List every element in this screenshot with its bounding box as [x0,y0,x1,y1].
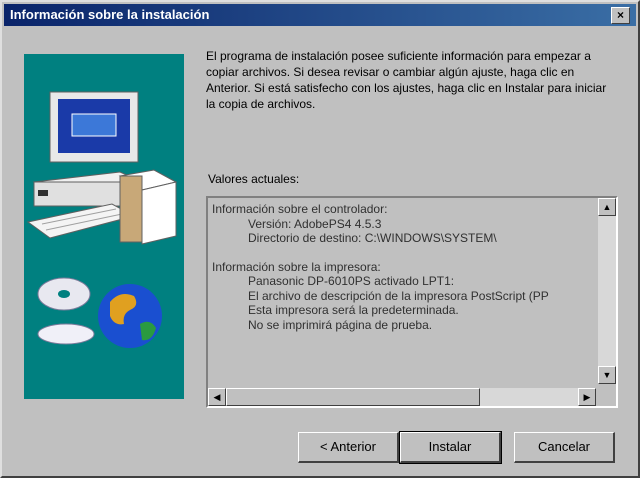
cancel-button[interactable]: Cancelar [514,432,615,463]
computer-and-globe-icon [26,91,178,348]
current-values-label: Valores actuales: [208,172,300,186]
scrollbar-corner [598,388,616,406]
horizontal-scrollbar[interactable]: ◀ ▶ [208,388,596,406]
driver-directory: Directorio de destino: C:\WINDOWS\SYSTEM… [248,231,497,245]
printer-heading: Información sobre la impresora: [212,259,381,274]
printer-ppd: El archivo de descripción de la impresor… [248,288,549,303]
printer-testpage: No se imprimirá página de prueba. [248,317,433,332]
settings-text: Información sobre el controlador: Versió… [212,202,592,378]
vertical-scrollbar[interactable]: ▲ ▼ [598,198,616,384]
horizontal-scroll-thumb[interactable] [226,388,480,406]
scroll-left-arrow-icon[interactable]: ◀ [208,388,226,406]
scroll-up-arrow-icon[interactable]: ▲ [598,198,616,216]
title-bar[interactable]: Información sobre la instalación × [4,4,636,26]
back-button[interactable]: < Anterior [298,432,399,463]
printer-default: Esta impresora será la predeterminada. [248,303,459,317]
close-button[interactable]: × [611,7,630,24]
scroll-right-arrow-icon[interactable]: ▶ [578,388,596,406]
intro-text: El programa de instalación posee suficie… [206,49,607,111]
window-title: Información sobre la instalación [10,7,210,22]
scroll-down-arrow-icon[interactable]: ▼ [598,366,616,384]
driver-heading: Información sobre el controlador: [212,202,388,216]
setup-illustration [24,54,184,399]
printer-name: Panasonic DP-6010PS activado LPT1: [248,274,455,288]
install-button[interactable]: Instalar [399,431,502,464]
settings-listbox[interactable]: Información sobre el controlador: Versió… [206,196,618,408]
driver-version: Versión: AdobePS4 4.5.3 [248,216,382,231]
